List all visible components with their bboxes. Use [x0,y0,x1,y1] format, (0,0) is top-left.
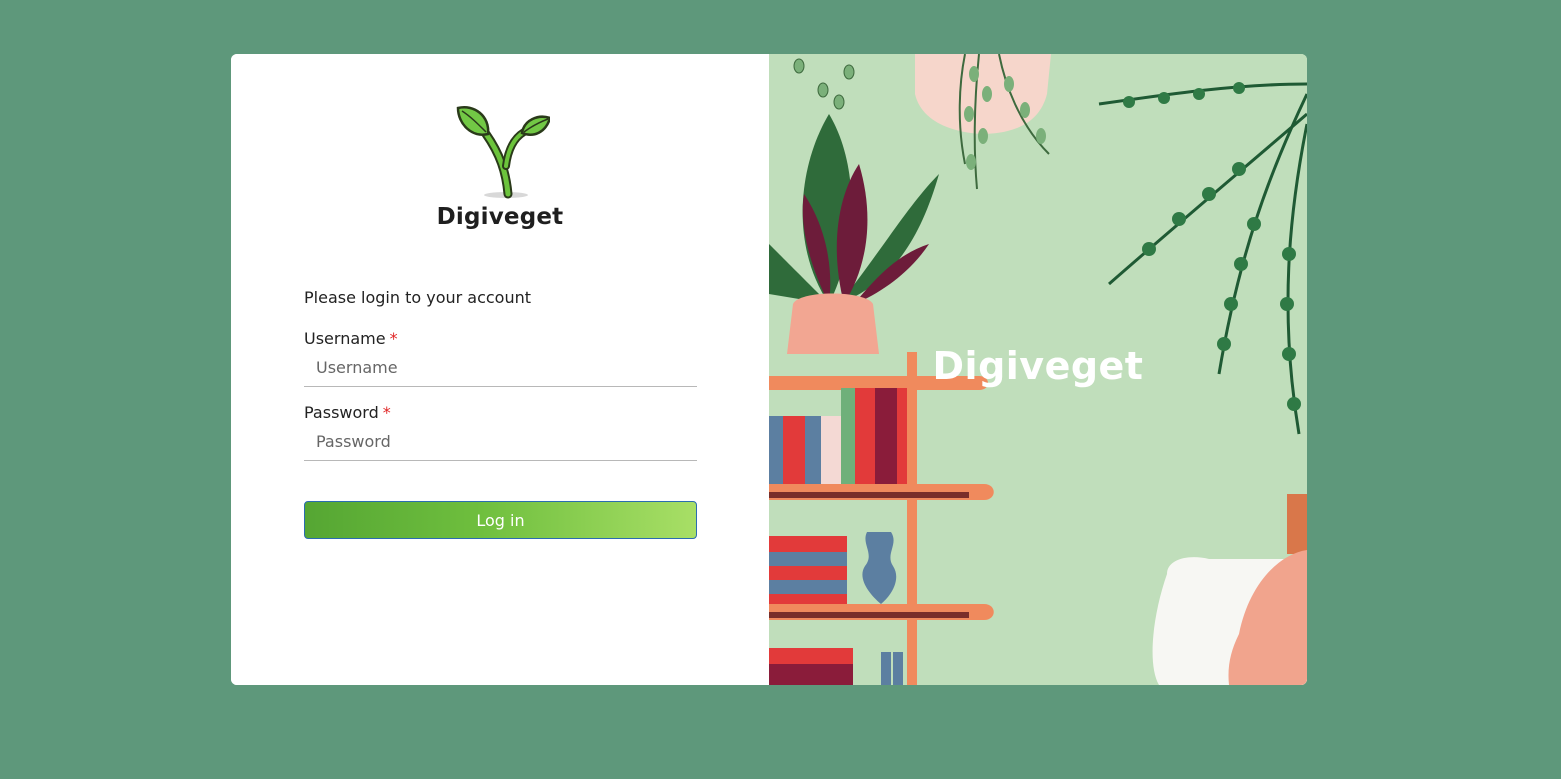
brand-header: Digiveget [231,102,769,230]
hero-title: Digiveget [932,344,1144,388]
login-card: Digiveget Please login to your account U… [231,54,1307,685]
username-input[interactable] [304,349,697,387]
password-input[interactable] [304,423,697,461]
login-button[interactable]: Log in [304,501,697,539]
required-mark: * [389,329,398,348]
password-field-group: Password * [304,403,697,461]
username-label: Username * [304,329,697,349]
login-panel: Digiveget Please login to your account U… [231,54,769,685]
required-mark: * [382,403,391,422]
login-subtitle: Please login to your account [304,288,532,307]
password-label: Password * [304,403,697,423]
hero-panel: Digiveget [769,54,1307,685]
username-field-group: Username * [304,329,697,387]
username-label-text: Username [304,329,386,348]
brand-name: Digiveget [436,204,564,230]
login-form: Please login to your account Username* P… [304,288,697,539]
sprout-icon [456,105,550,199]
password-label-text: Password [304,403,379,422]
